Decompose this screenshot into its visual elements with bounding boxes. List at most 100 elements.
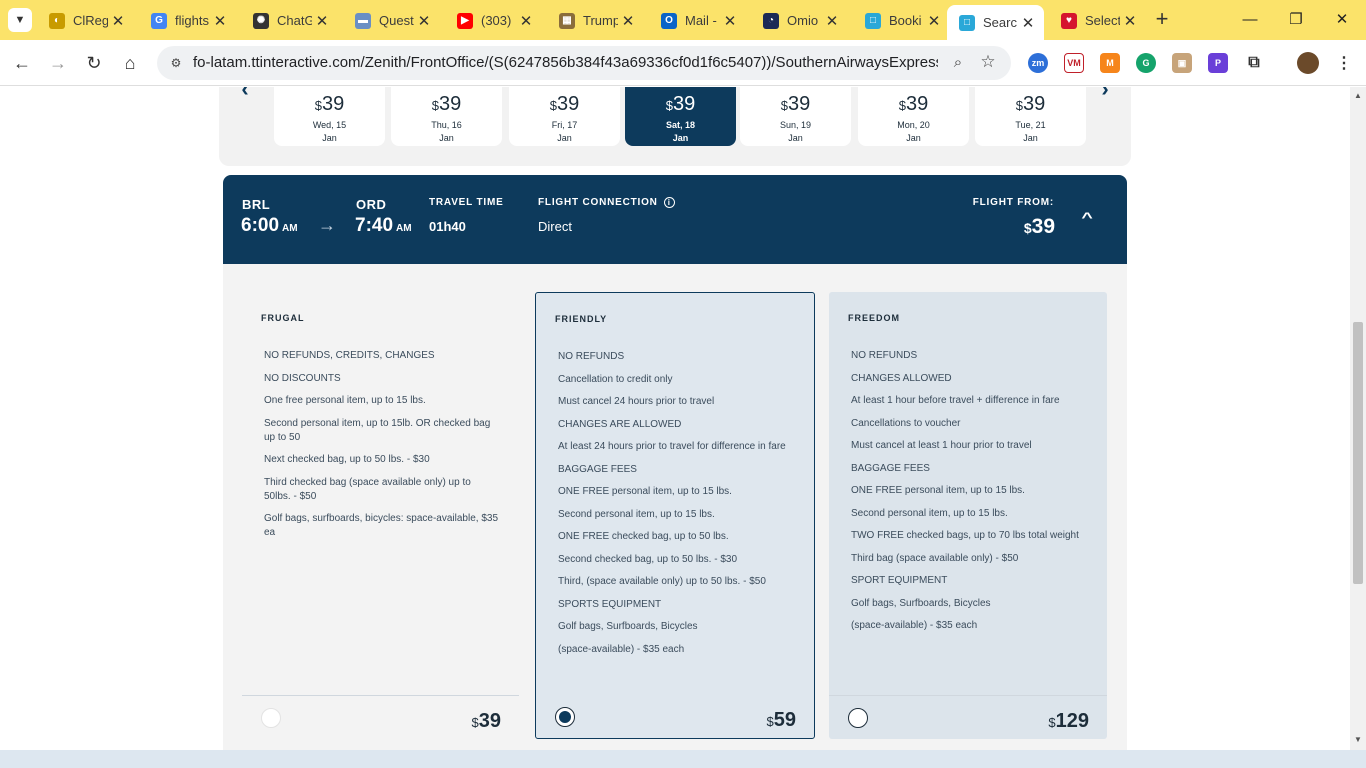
flight-from-label: FLIGHT FROM: [972, 197, 1054, 208]
close-tab-icon[interactable]: ✕ [414, 12, 434, 30]
fare-feature: Third checked bag (space available only)… [264, 476, 471, 502]
browser-tab[interactable]: ▬ Questi ✕ [343, 5, 440, 36]
zoom-extension-icon[interactable]: zm [1028, 53, 1048, 73]
close-tab-icon[interactable]: ✕ [516, 12, 536, 30]
southwest-icon: ♥ [1061, 12, 1077, 29]
vm-extension-icon[interactable]: VM [1064, 53, 1084, 73]
omio-icon: ◔ [763, 12, 779, 29]
date-price: $39 [1015, 93, 1046, 115]
grammarly-icon[interactable]: G [1136, 53, 1156, 73]
date-price: $39 [898, 93, 929, 115]
forward-icon[interactable]: → [45, 50, 71, 76]
fare-feature: (space-available) - $35 each [558, 643, 685, 655]
travel-time-label: TRAVEL TIME [429, 197, 504, 208]
page-scrollbar[interactable]: ▲ ▼ [1350, 87, 1366, 750]
close-tab-icon[interactable]: ✕ [618, 12, 638, 30]
fare-price: $59 [766, 709, 796, 731]
fare-card-frugal[interactable]: FRUGAL NO REFUNDS, CREDITS, CHANGES NO DI… [242, 292, 519, 739]
reload-icon[interactable]: ↻ [81, 50, 107, 76]
zoom-icon[interactable]: ⌕ [947, 52, 969, 74]
browser-tab[interactable]: ✺ ChatGPT✕ [241, 5, 338, 36]
browser-toolbar: ← → ↻ ⌂ ⚙ fo-latam.ttinteractive.com/Zen… [0, 40, 1366, 86]
scroll-down-icon[interactable]: ▼ [1354, 735, 1362, 744]
google-icon: G [151, 12, 167, 29]
browser-tab[interactable]: ◐ ClRegi✕ [37, 5, 134, 36]
date-option[interactable]: $39 Sun, 19 Jan [740, 87, 851, 146]
tab-title: ChatGPT [277, 13, 312, 28]
info-icon[interactable]: i [663, 197, 675, 208]
restore-icon[interactable]: ❐ [1284, 8, 1308, 32]
browser-tab[interactable]: ▦ Trump ✕ [547, 5, 644, 36]
flight-summary-header[interactable]: BRL 6:00 AM → ORD 7:40 AM TRAVEL TIME 01h4… [223, 175, 1127, 264]
youtube-icon: ▶ [457, 12, 473, 29]
fare-feature: NO REFUNDS [558, 351, 625, 362]
site-info-icon[interactable]: ⚙ [165, 52, 187, 74]
address-bar[interactable]: ⚙ fo-latam.ttinteractive.com/Zenith/Fron… [157, 46, 1011, 80]
date-option[interactable]: $39 Tue, 21 Jan [975, 87, 1086, 146]
fare-radio-frugal[interactable] [261, 708, 281, 728]
fare-card-friendly[interactable]: FRIENDLY NO REFUNDS Cancellation to credi… [535, 292, 815, 739]
prev-dates-icon[interactable]: ‹ [235, 87, 255, 100]
browser-tab[interactable]: Gflights ✕ [139, 5, 236, 36]
box-extension-icon[interactable]: ▣ [1172, 53, 1192, 73]
date-option[interactable]: $39 Wed, 15 Jan [274, 87, 385, 146]
date-price: $39 [549, 93, 580, 115]
close-tab-icon[interactable]: ✕ [720, 12, 740, 30]
fare-feature: Next checked bag, up to 50 lbs. - $30 [264, 454, 430, 465]
fare-card-freedom[interactable]: FREEDOM NO REFUNDS CHANGES ALLOWED At leas… [829, 292, 1107, 739]
home-icon[interactable]: ⌂ [117, 50, 143, 76]
profile-avatar[interactable] [1297, 52, 1319, 74]
origin-code: BRL [242, 197, 271, 212]
p-extension-icon[interactable]: P [1208, 53, 1228, 73]
browser-tab[interactable]: ◔ Omio ✕ [751, 5, 848, 36]
scroll-up-icon[interactable]: ▲ [1354, 91, 1362, 100]
fare-features-list: NO REFUNDS CHANGES ALLOWED At least 1 hour… [851, 349, 1087, 642]
tab-title: Booki [889, 13, 922, 28]
browser-tab[interactable]: ♥ Select ✕ [1049, 5, 1146, 36]
tab-title: ClRegi [73, 13, 108, 28]
scroll-thumb[interactable] [1353, 322, 1363, 584]
close-window-icon[interactable]: ✕ [1330, 8, 1354, 32]
browser-tab-bar: ▼ ◐ClRegi✕Gflights✕✺ChatGPT✕▬Questi✕▶(30… [0, 0, 1366, 40]
tab-title: Mail - [685, 13, 717, 28]
minimize-icon[interactable]: — [1238, 8, 1262, 32]
app-icon: ▬ [355, 12, 371, 29]
date-price: $39 [665, 93, 696, 115]
fare-feature: Cancellation to credit only [558, 373, 673, 385]
puzzle-extensions-icon[interactable]: ⧉ [1244, 53, 1264, 73]
browser-tab[interactable]: ▶ (303) ✕ [445, 5, 542, 36]
date-option[interactable]: $39 Sat, 18 Jan [625, 87, 736, 146]
fare-name: FRIENDLY [555, 314, 608, 324]
tab-search-icon[interactable]: ▼ [8, 8, 32, 32]
close-tab-icon[interactable]: ✕ [1018, 14, 1038, 32]
fare-name: FREEDOM [848, 313, 900, 323]
date-option[interactable]: $39 Mon, 20 Jan [858, 87, 969, 146]
new-tab-button[interactable]: + [1150, 8, 1174, 32]
menu-kebab-icon[interactable]: ⋮ [1334, 53, 1354, 73]
browser-tab[interactable]: □ Searc ✕ [947, 5, 1044, 40]
fare-feature: Third, (space available only) up to 50 l… [558, 576, 766, 587]
collapse-chevron-icon[interactable]: ^ [1081, 209, 1092, 225]
bookmark-star-icon[interactable]: ☆ [977, 51, 999, 73]
next-dates-icon[interactable]: › [1095, 87, 1115, 100]
date-day: Thu, 16 Jan [431, 120, 462, 143]
fare-price: $39 [471, 710, 501, 732]
close-tab-icon[interactable]: ✕ [1120, 12, 1140, 30]
fare-radio-friendly[interactable] [555, 707, 575, 727]
close-tab-icon[interactable]: ✕ [312, 12, 332, 30]
fare-radio-freedom[interactable] [848, 708, 868, 728]
close-tab-icon[interactable]: ✕ [924, 12, 944, 30]
close-tab-icon[interactable]: ✕ [822, 12, 842, 30]
url-text[interactable]: fo-latam.ttinteractive.com/Zenith/FrontO… [193, 46, 938, 80]
metamask-icon[interactable]: M [1100, 53, 1120, 73]
fare-feature: Golf bags, surfboards, bicycles: space-a… [264, 513, 499, 538]
date-option[interactable]: $39 Thu, 16 Jan [391, 87, 502, 146]
close-tab-icon[interactable]: ✕ [210, 12, 230, 30]
date-option[interactable]: $39 Fri, 17 Jan [509, 87, 620, 146]
back-icon[interactable]: ← [9, 50, 35, 76]
outlook-icon: O [661, 12, 677, 29]
bottom-strip [0, 750, 1366, 768]
browser-tab[interactable]: □ Booki ✕ [853, 5, 950, 36]
close-tab-icon[interactable]: ✕ [108, 12, 128, 30]
browser-tab[interactable]: O Mail - ✕ [649, 5, 746, 36]
